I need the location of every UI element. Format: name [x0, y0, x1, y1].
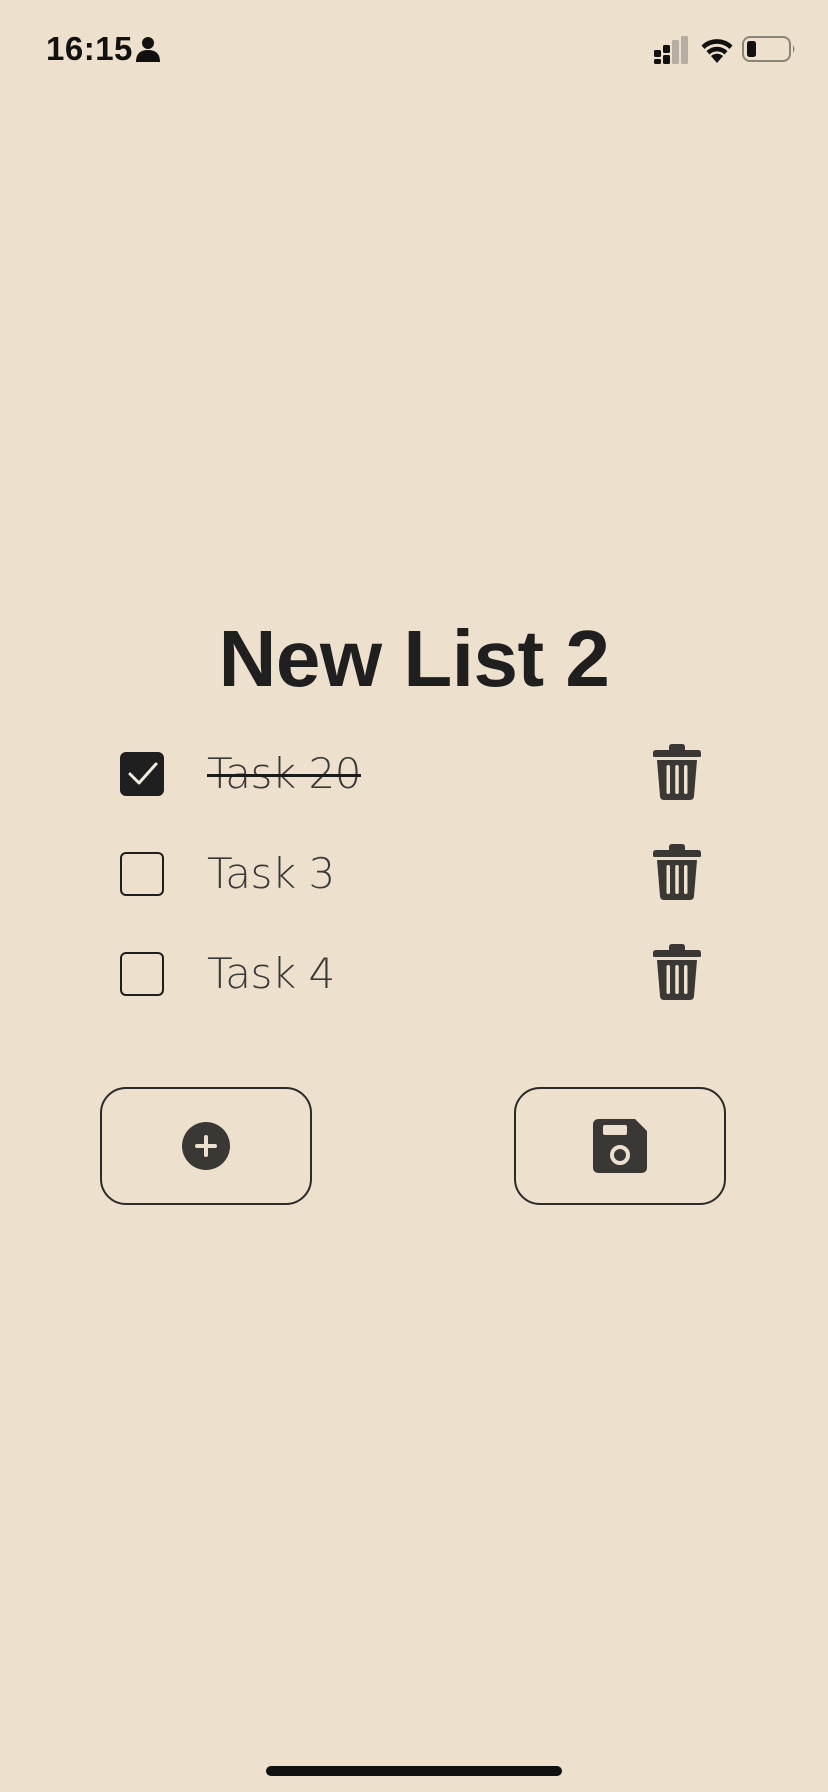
save-list-button[interactable]	[514, 1087, 726, 1205]
task-row: Task 3	[0, 844, 828, 904]
task-checkbox[interactable]	[120, 752, 164, 796]
delete-task-button[interactable]	[652, 844, 702, 900]
home-indicator[interactable]	[266, 1766, 562, 1776]
checkmark-icon	[128, 762, 158, 785]
trash-icon	[653, 944, 701, 1000]
cellular-signal-icon	[654, 36, 688, 64]
add-task-button[interactable]	[100, 1087, 312, 1205]
task-checkbox[interactable]	[120, 852, 164, 896]
plus-circle-icon	[182, 1122, 230, 1170]
trash-icon	[653, 844, 701, 900]
page-title: New List 2	[218, 614, 610, 703]
task-checkbox[interactable]	[120, 952, 164, 996]
status-time: 16:15	[46, 30, 133, 67]
person-icon	[136, 37, 160, 62]
floppy-disk-icon	[593, 1119, 647, 1173]
task-label[interactable]: Task 3	[207, 848, 335, 900]
task-row: Task 20	[0, 744, 828, 804]
status-bar: 16:15	[0, 0, 828, 100]
delete-task-button[interactable]	[652, 744, 702, 800]
task-label[interactable]: Task 20	[207, 748, 361, 800]
trash-icon	[653, 744, 701, 800]
task-row: Task 4	[0, 944, 828, 1004]
wifi-icon	[701, 39, 733, 63]
battery-icon	[742, 36, 795, 62]
delete-task-button[interactable]	[652, 944, 702, 1000]
task-label[interactable]: Task 4	[207, 948, 335, 1000]
